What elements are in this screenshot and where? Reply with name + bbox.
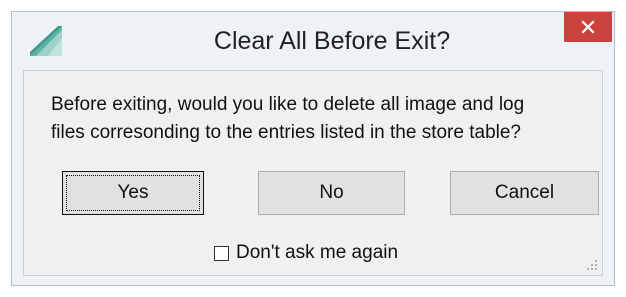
yes-button-label: Yes: [117, 182, 149, 203]
dont-ask-again-label: Don't ask me again: [236, 242, 399, 263]
title-bar[interactable]: Clear All Before Exit?: [12, 12, 614, 70]
no-button-label: No: [319, 182, 344, 203]
no-button[interactable]: No: [258, 171, 405, 215]
close-button[interactable]: [564, 12, 612, 42]
dialog-window: Clear All Before Exit? Before exiting, w…: [11, 11, 615, 286]
yes-button[interactable]: Yes: [62, 171, 204, 215]
resize-grip-icon[interactable]: [586, 259, 598, 271]
message-line-1: Before exiting, would you like to delete…: [51, 94, 525, 115]
app-logo-icon: [28, 24, 64, 58]
message-text: Before exiting, would you like to delete…: [51, 91, 591, 147]
dont-ask-again-checkbox[interactable]: [214, 245, 229, 261]
dialog-title: Clear All Before Exit?: [213, 27, 451, 55]
dont-ask-again-option[interactable]: Don't ask me again: [214, 241, 398, 265]
dialog-content: Before exiting, would you like to delete…: [23, 70, 603, 276]
close-icon: [581, 20, 595, 34]
cancel-button[interactable]: Cancel: [450, 171, 599, 215]
cancel-button-label: Cancel: [494, 182, 555, 203]
message-line-2: files corresonding to the entries listed…: [51, 122, 521, 143]
